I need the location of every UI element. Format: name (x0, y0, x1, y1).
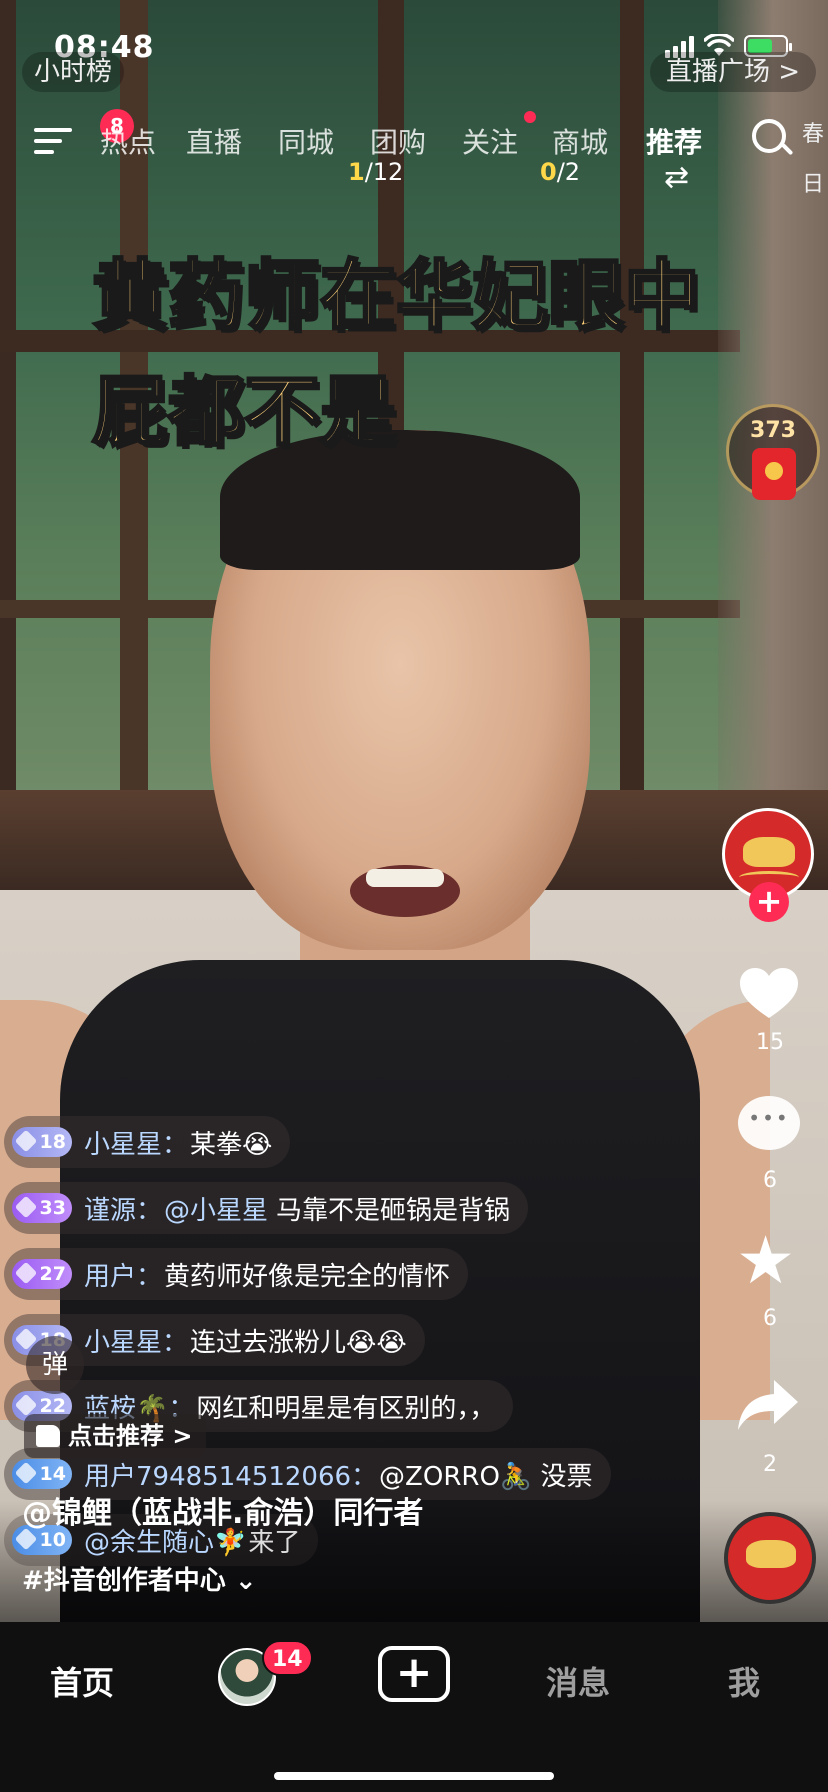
level-badge: 14 (12, 1459, 72, 1489)
comment-text: 某拳😭 (190, 1129, 273, 1160)
comment-text: 连过去涨粉儿😭😭 (190, 1327, 407, 1358)
comment-text: 网红和明星是有区别的，， (196, 1393, 496, 1424)
heart-icon (740, 968, 798, 1018)
counter-total: /12 (364, 158, 404, 186)
like-count: 15 (756, 1030, 784, 1055)
tab-groupbuy[interactable]: 团购 (370, 121, 426, 161)
red-packet-count: 373 (750, 418, 796, 443)
music-disc-icon[interactable] (724, 1512, 816, 1604)
friends-badge: 14 (262, 1640, 313, 1676)
menu-button[interactable]: 8 (34, 109, 134, 161)
recommend-button[interactable]: 点击推荐 > (24, 1414, 207, 1458)
comment-user[interactable]: 用户： (84, 1256, 162, 1293)
live-comment: 33 谨源： @小星星 马靠不是砸锅是背锅 (4, 1182, 529, 1234)
comment-count: 6 (763, 1168, 777, 1193)
hashtag-link[interactable]: #抖音创作者中心 ⌄ (22, 1560, 257, 1597)
live-comment: 18 小星星： 某拳😭 (4, 1116, 291, 1168)
like-button[interactable] (734, 956, 804, 1026)
tab-nearby[interactable]: 同城 (278, 121, 334, 161)
following-dot-badge (524, 111, 536, 123)
share-button[interactable] (734, 1370, 804, 1440)
recommend-label: 点击推荐 > (68, 1422, 193, 1450)
screen: 08:48 小时榜 直播广场 > 8 热点 直播 同城 团购 关注 商城 推荐 … (0, 0, 828, 1792)
comment-user[interactable]: 用户7948514512066： (84, 1456, 377, 1493)
progress-counter: 0/2 (540, 158, 580, 186)
red-packet-icon (752, 448, 796, 500)
favorite-count: 6 (763, 1306, 777, 1331)
tab-live[interactable]: 直播 (186, 121, 242, 161)
bottom-tab-bar: 首页 14 + 消息 我 (0, 1622, 828, 1792)
search-icon[interactable] (752, 119, 792, 159)
counter-current: 1 (348, 158, 365, 186)
counter-current: 0 (540, 158, 557, 186)
counter-total: /2 (556, 158, 581, 186)
home-indicator (274, 1772, 554, 1780)
comment-user[interactable]: 小星星： (84, 1124, 188, 1161)
tab-me[interactable]: 我 (728, 1658, 760, 1704)
tab-mall[interactable]: 商城 (552, 121, 608, 161)
swap-arrows-icon[interactable]: ⇄ (664, 160, 689, 195)
share-icon (738, 1380, 798, 1430)
video-caption: 黄药师在华妃眼中 屁都不是 (91, 238, 702, 470)
comment-text: 黄药师好像是完全的情怀 (164, 1261, 451, 1292)
side-strip-char: 春 (801, 122, 824, 147)
comment-text: @ZORRO🚴 没票 (379, 1461, 593, 1492)
level-badge: 33 (12, 1193, 72, 1223)
thumbs-up-icon (36, 1425, 60, 1447)
caption-line: 屁都不是 (91, 366, 398, 458)
red-packet-widget[interactable]: 373 (726, 404, 820, 512)
tab-home[interactable]: 首页 (50, 1658, 114, 1704)
comment-icon (738, 1096, 800, 1150)
progress-counter: 1/12 (348, 158, 403, 186)
level-badge: 18 (12, 1127, 72, 1157)
side-strip-char: 日 (801, 172, 824, 197)
side-strip[interactable]: 春 日 (798, 110, 828, 210)
comment-text: 马靠不是砸锅是背锅 (276, 1195, 511, 1226)
author-name[interactable]: @锦鲤（蓝战非.俞浩）同行者 (22, 1488, 423, 1532)
comment-button[interactable] (734, 1090, 804, 1160)
follow-button[interactable]: + (749, 882, 789, 922)
star-icon: ★ (736, 1222, 796, 1299)
caption-line: 黄药师在华妃眼中 (91, 250, 702, 342)
tab-messages[interactable]: 消息 (546, 1658, 610, 1704)
hourly-rank-pill[interactable]: 小时榜 (22, 52, 125, 92)
share-count: 2 (763, 1452, 777, 1477)
comment-mention[interactable]: @小星星 (164, 1190, 268, 1227)
danmaku-toggle-button[interactable]: 弹 (26, 1336, 84, 1394)
live-square-pill[interactable]: 直播广场 > (649, 52, 816, 92)
top-nav: 8 热点 直播 同城 团购 关注 商城 推荐 (0, 109, 828, 171)
tab-following[interactable]: 关注 (462, 121, 518, 161)
tab-hot[interactable]: 热点 (100, 121, 156, 161)
comment-user[interactable]: 谨源： (84, 1190, 162, 1227)
comment-user[interactable]: 小星星： (84, 1322, 188, 1359)
tab-recommend[interactable]: 推荐 (646, 121, 702, 161)
person-mouth (350, 865, 460, 917)
create-button[interactable]: + (378, 1646, 450, 1702)
level-badge: 27 (12, 1259, 72, 1289)
live-comment: 27 用户： 黄药师好像是完全的情怀 (4, 1248, 469, 1300)
favorite-button[interactable]: ★ (734, 1226, 804, 1296)
